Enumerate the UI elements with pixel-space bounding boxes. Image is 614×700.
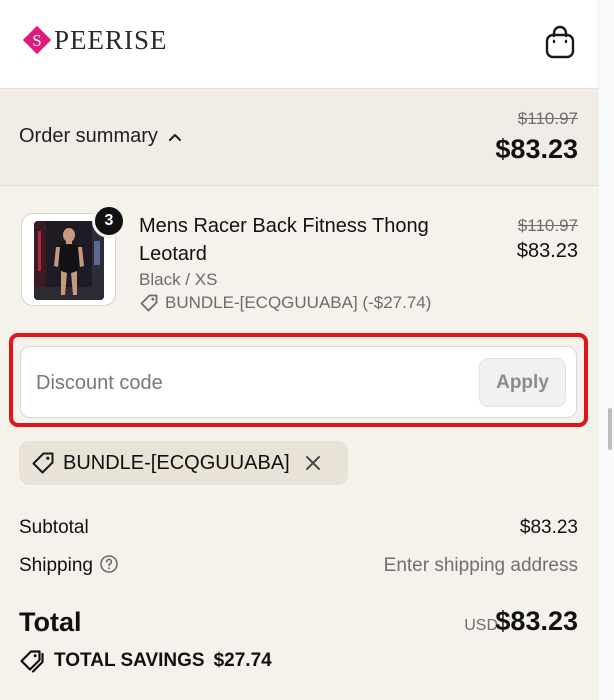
order-summary-content: 3 Mens Racer Back Fitness Thong Leotard … (0, 186, 598, 700)
applied-discount-chip: BUNDLE-[ECQGUUABA] (19, 441, 348, 485)
total-label: Total (19, 607, 82, 637)
scrollbar[interactable] (598, 0, 614, 700)
total-value: $83.23 (495, 606, 578, 636)
logo-diamond-icon: S (22, 25, 52, 55)
subtotal-value: $83.23 (519, 517, 578, 538)
summary-original-total: $110.97 (517, 109, 578, 128)
product-thumbnail: 3 (21, 204, 126, 306)
applied-discount-label: BUNDLE-[ECQGUUABA] (63, 451, 290, 474)
subtotal-label: Subtotal (19, 517, 89, 538)
tag-icon (140, 294, 158, 312)
scrollbar-thumb[interactable] (608, 408, 612, 450)
quantity-badge: 3 (92, 204, 126, 238)
shipping-value: Enter shipping address (383, 555, 578, 576)
product-variant: Black / XS (139, 270, 218, 289)
logo-text: PEERISE (54, 25, 168, 55)
summary-total: $83.23 (495, 134, 578, 164)
product-discount-label: BUNDLE-[ECQGUUABA] (-$27.74) (165, 293, 432, 312)
checkout-page: S PEERISE Order summary $110.97 $83.23 3… (0, 0, 614, 700)
tag-icon (32, 452, 54, 474)
order-summary-label: Order summary (19, 125, 158, 147)
product-discount-tag: BUNDLE-[ECQGUUABA] (-$27.74) (139, 293, 431, 313)
store-logo[interactable]: S PEERISE (22, 25, 168, 55)
product-name: Mens Racer Back Fitness Thong Leotard (139, 215, 429, 265)
store-header: S PEERISE (0, 0, 598, 89)
total-currency: USD (464, 617, 498, 634)
total-savings: TOTAL SAVINGS $27.74 (19, 649, 272, 673)
savings-value: $27.74 (213, 650, 272, 671)
chevron-up-icon (168, 133, 181, 141)
help-icon[interactable] (99, 554, 119, 574)
discount-code-input[interactable] (36, 368, 466, 398)
savings-tag-icon (20, 650, 44, 673)
shopping-bag-icon[interactable] (543, 24, 577, 60)
shipping-label: Shipping (19, 555, 93, 576)
product-price: $83.23 (516, 240, 578, 262)
product-image (34, 221, 104, 300)
order-summary-bar: Order summary $110.97 $83.23 (0, 89, 598, 186)
product-original-price: $110.97 (517, 216, 578, 235)
discount-field: Apply (20, 346, 577, 418)
logo-letter: S (32, 31, 41, 50)
shipping-row-label: Shipping (19, 555, 119, 577)
apply-button[interactable]: Apply (479, 358, 566, 407)
savings-label: TOTAL SAVINGS (54, 650, 205, 671)
close-icon[interactable] (304, 454, 322, 472)
checkout-main: S PEERISE Order summary $110.97 $83.23 3… (0, 0, 598, 700)
order-summary-toggle[interactable]: Order summary (19, 125, 182, 148)
